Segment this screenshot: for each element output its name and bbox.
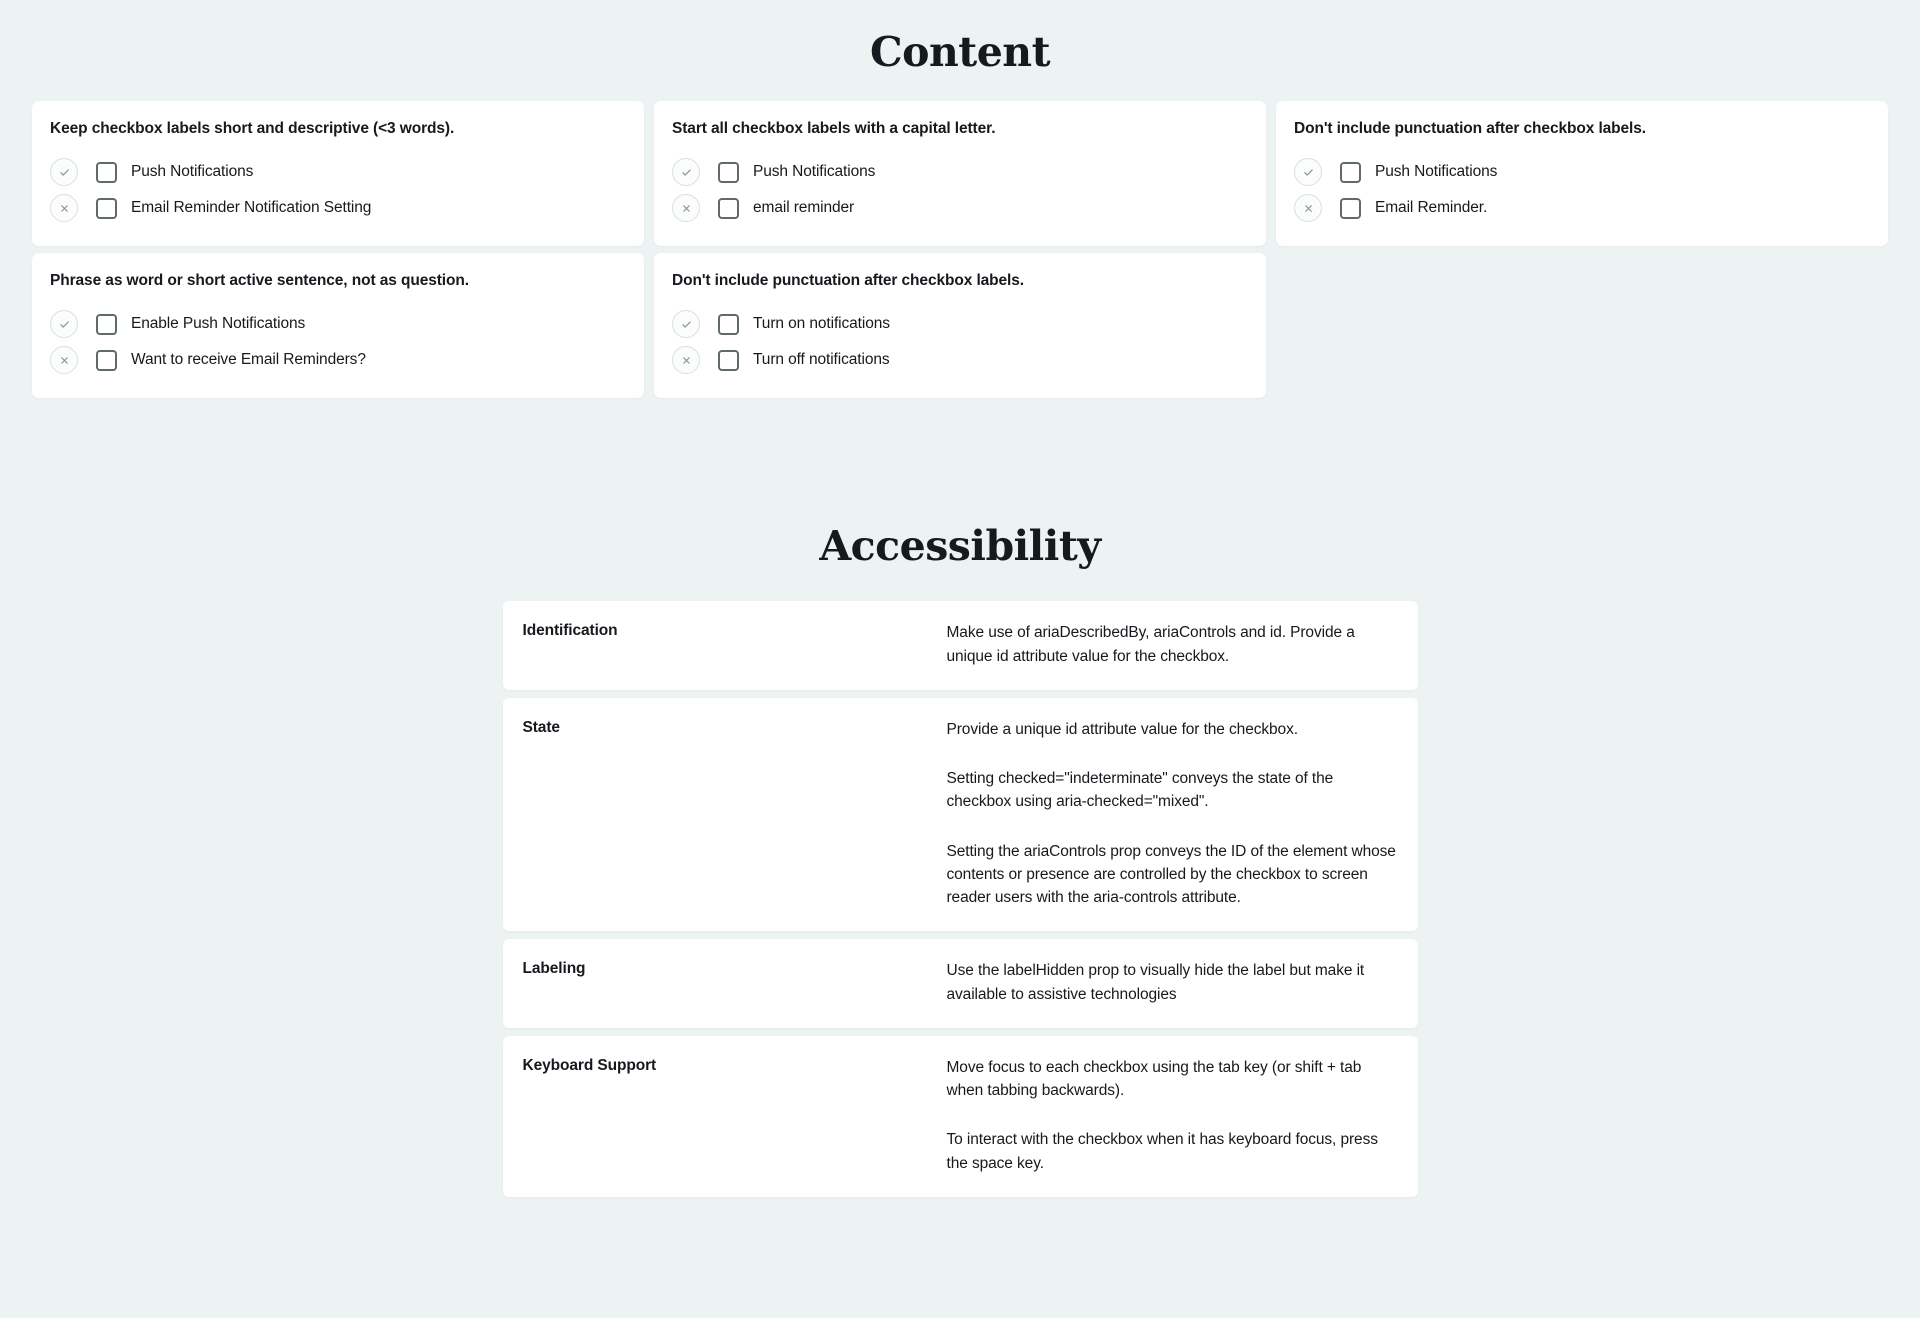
- accessibility-paragraph: Make use of ariaDescribedBy, ariaControl…: [946, 624, 1355, 665]
- accessibility-section: Accessibility Identification Make use of…: [0, 526, 1920, 1197]
- guideline-card: Don't include punctuation after checkbox…: [1276, 101, 1888, 247]
- guideline-card-grid: Keep checkbox labels short and descripti…: [32, 101, 1888, 399]
- guideline-card: Phrase as word or short active sentence,…: [32, 253, 644, 399]
- guideline-example-label: Want to receive Email Reminders?: [131, 350, 366, 368]
- accessibility-paragraph: Provide a unique id attribute value for …: [946, 720, 1299, 738]
- table-row: Keyboard Support Move focus to each chec…: [502, 1035, 1418, 1197]
- guideline-example-label: Turn off notifications: [753, 350, 890, 368]
- guideline-example-row: email reminder: [672, 190, 1248, 226]
- check-icon: [50, 158, 78, 187]
- guideline-example-row: Push Notifications: [1294, 154, 1870, 190]
- content-section: Content Keep checkbox labels short and d…: [0, 0, 1920, 399]
- accessibility-term: Identification: [522, 622, 618, 640]
- guideline-card: Don't include punctuation after checkbox…: [654, 253, 1266, 399]
- cross-icon: [672, 194, 700, 223]
- guideline-example-label: Push Notifications: [753, 162, 876, 180]
- table-row: Identification Make use of ariaDescribed…: [502, 601, 1418, 690]
- page-title-accessibility: Accessibility: [819, 522, 1101, 571]
- accessibility-paragraph: Move focus to each checkbox using the ta…: [946, 1058, 1362, 1100]
- guideline-example-row: Email Reminder.: [1294, 190, 1870, 226]
- guideline-example-label: email reminder: [753, 198, 855, 216]
- check-icon: [672, 310, 700, 339]
- check-icon: [672, 158, 700, 187]
- accessibility-term: Keyboard Support: [522, 1056, 657, 1074]
- guideline-example-label: Push Notifications: [131, 162, 254, 180]
- checkbox-glyph[interactable]: [718, 313, 739, 335]
- accessibility-description: Use the labelHidden prop to visually hid…: [947, 959, 1398, 1006]
- accessibility-paragraph: Setting the ariaControls prop conveys th…: [946, 842, 1396, 907]
- checkbox-glyph[interactable]: [96, 349, 117, 371]
- cross-icon: [1294, 194, 1322, 223]
- checkbox-glyph[interactable]: [96, 197, 117, 219]
- guideline-example-row: Want to receive Email Reminders?: [50, 342, 626, 378]
- cross-icon: [50, 194, 78, 223]
- guideline-example-label: Turn on notifications: [753, 314, 890, 332]
- guideline-card-title: Don't include punctuation after checkbox…: [672, 272, 1024, 290]
- guideline-example-label: Push Notifications: [1375, 162, 1498, 180]
- checkbox-glyph[interactable]: [1340, 161, 1361, 183]
- guideline-example-label: Email Reminder.: [1375, 198, 1488, 216]
- guideline-example-row: Turn off notifications: [672, 342, 1248, 378]
- guideline-card: Start all checkbox labels with a capital…: [654, 101, 1266, 247]
- checkbox-glyph[interactable]: [96, 161, 117, 183]
- accessibility-description: Make use of ariaDescribedBy, ariaControl…: [947, 621, 1398, 668]
- guideline-card-title: Phrase as word or short active sentence,…: [50, 272, 469, 290]
- guideline-example-row: Push Notifications: [672, 154, 1248, 190]
- accessibility-description: Provide a unique id attribute value for …: [947, 718, 1398, 910]
- guideline-card-title: Don't include punctuation after checkbox…: [1294, 120, 1646, 137]
- cross-icon: [50, 346, 78, 375]
- accessibility-table: Identification Make use of ariaDescribed…: [502, 601, 1418, 1197]
- accessibility-term: State: [522, 718, 561, 736]
- accessibility-description: Move focus to each checkbox using the ta…: [947, 1056, 1398, 1175]
- check-icon: [50, 310, 78, 339]
- accessibility-paragraph: Use the labelHidden prop to visually hid…: [946, 962, 1365, 1003]
- guideline-card-title: Start all checkbox labels with a capital…: [672, 120, 996, 137]
- check-icon: [1294, 158, 1322, 187]
- checkbox-glyph[interactable]: [718, 349, 739, 371]
- guideline-example-row: Push Notifications: [50, 154, 626, 190]
- checkbox-glyph[interactable]: [718, 197, 739, 219]
- guideline-example-row: Turn on notifications: [672, 306, 1248, 342]
- guideline-card: Keep checkbox labels short and descripti…: [32, 101, 644, 247]
- checkbox-glyph[interactable]: [1340, 197, 1361, 219]
- checkbox-glyph[interactable]: [718, 161, 739, 183]
- accessibility-term: Labeling: [522, 960, 586, 978]
- guideline-example-label: Email Reminder Notification Setting: [131, 198, 372, 216]
- guideline-example-label: Enable Push Notifications: [131, 314, 306, 332]
- cross-icon: [672, 346, 700, 375]
- guideline-example-row: Email Reminder Notification Setting: [50, 190, 626, 226]
- page-title-content: Content: [869, 28, 1051, 76]
- guideline-example-row: Enable Push Notifications: [50, 306, 626, 342]
- table-row: State Provide a unique id attribute valu…: [502, 697, 1418, 932]
- accessibility-paragraph: Setting checked="indeterminate" conveys …: [946, 770, 1334, 811]
- accessibility-paragraph: To interact with the checkbox when it ha…: [946, 1131, 1378, 1172]
- table-row: Labeling Use the labelHidden prop to vis…: [502, 939, 1418, 1028]
- guideline-card-title: Keep checkbox labels short and descripti…: [50, 120, 455, 137]
- checkbox-glyph[interactable]: [96, 313, 117, 335]
